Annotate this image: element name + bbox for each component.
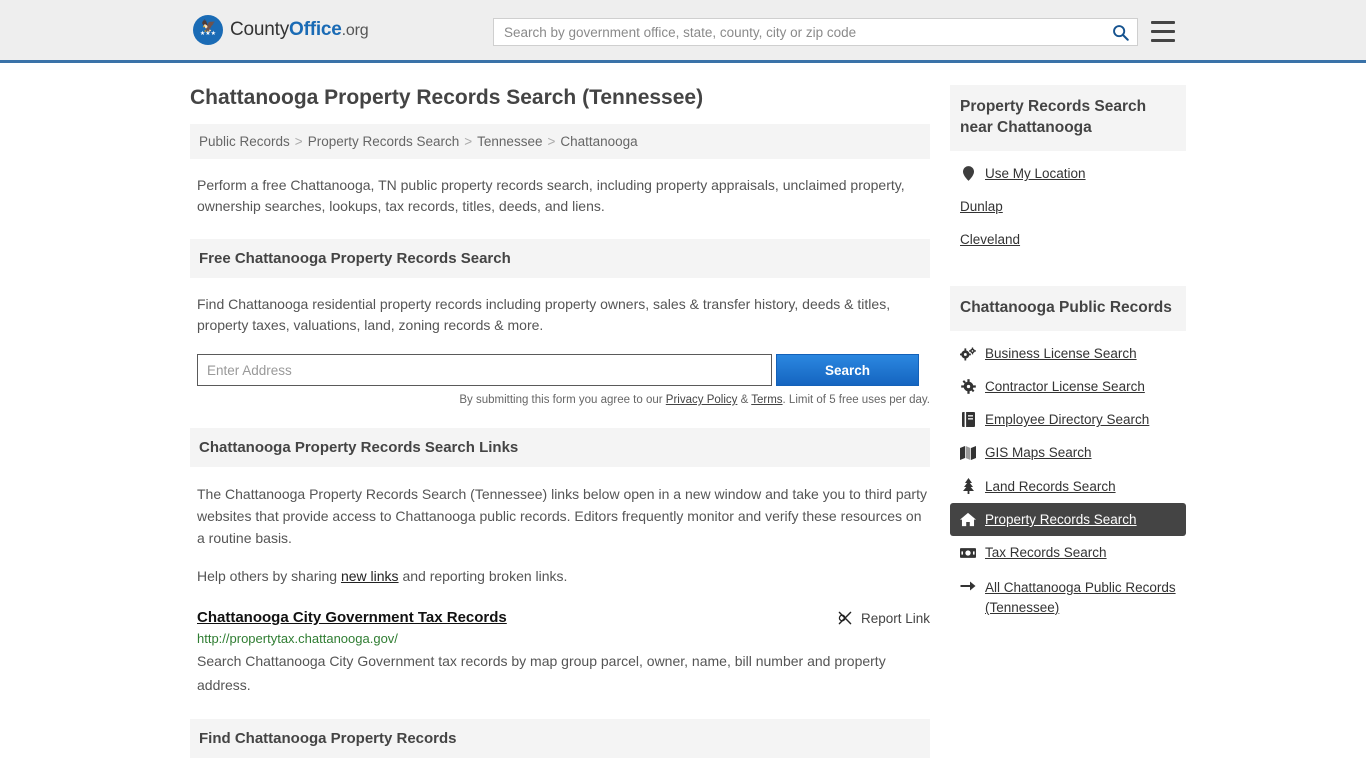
sidebar-public-list: Business License Search Contractor Licen… [950, 337, 1186, 627]
sidebar-item-label: GIS Maps Search [985, 445, 1092, 460]
home-icon [960, 512, 976, 527]
site-header: 🦅 ★★★ CountyOffice.org [0, 0, 1366, 63]
sidebar-item-label: All Chattanooga Public Records (Tennesse… [985, 580, 1176, 615]
logo-text-office: Office [289, 19, 342, 40]
address-search-form: Search [197, 354, 930, 387]
sidebar-item-land-records-search[interactable]: Land Records Search [950, 469, 1186, 503]
sidebar: Property Records Search near Chattanooga… [950, 85, 1186, 768]
sidebar-item-dunlap[interactable]: Dunlap [950, 190, 1186, 223]
breadcrumb: Public Records > Property Records Search > T… [190, 124, 930, 160]
site-logo[interactable]: 🦅 ★★★ CountyOffice.org [193, 15, 369, 45]
help-prefix: Help others by sharing [197, 568, 341, 585]
search-submit-button[interactable]: Search [776, 354, 919, 387]
main-content: Chattanooga Property Records Search (Ten… [190, 85, 930, 768]
map-pin-icon [960, 166, 976, 181]
tree-icon [960, 478, 976, 494]
breadcrumb-separator: > [464, 134, 473, 150]
link-entry-url: http://propertytax.chattanooga.gov/ [197, 631, 398, 647]
broken-link-icon [837, 610, 853, 626]
sidebar-item-label: Tax Records Search [985, 545, 1107, 560]
sidebar-near-heading: Property Records Search near Chattanooga [950, 85, 1186, 151]
double-gear-icon [960, 347, 976, 361]
gear-icon [960, 379, 976, 394]
sidebar-item-use-my-location[interactable]: Use My Location [950, 157, 1186, 190]
breadcrumb-separator: > [547, 134, 556, 150]
form-disclaimer: By submitting this form you agree to our… [190, 394, 930, 406]
sidebar-item-employee-directory-search[interactable]: Employee Directory Search [950, 403, 1186, 436]
sidebar-item-cleveland[interactable]: Cleveland [950, 223, 1186, 256]
logo-wordmark: CountyOffice.org [230, 19, 369, 41]
address-input[interactable] [197, 354, 772, 387]
sidebar-item-label: Use My Location [985, 166, 1086, 181]
eagle-seal-icon: 🦅 ★★★ [193, 15, 223, 45]
sidebar-item-all-public-records[interactable]: All Chattanooga Public Records (Tennesse… [950, 569, 1186, 627]
logo-text-county: County [230, 19, 290, 40]
search-input[interactable] [494, 24, 1103, 40]
sidebar-item-label: Land Records Search [985, 478, 1116, 494]
sidebar-near-list: Use My Location Dunlap Cleveland [950, 157, 1186, 256]
sidebar-item-label: Business License Search [985, 346, 1137, 361]
disclaimer-prefix: By submitting this form you agree to our [459, 394, 666, 407]
help-suffix: and reporting broken links. [398, 568, 568, 585]
sidebar-item-label: Employee Directory Search [985, 412, 1150, 427]
disclaimer-amp: & [737, 394, 752, 407]
terms-link[interactable]: Terms [751, 394, 782, 406]
breadcrumb-item-tennessee[interactable]: Tennessee [477, 134, 542, 149]
global-search-box[interactable] [493, 18, 1138, 46]
free-search-heading: Free Chattanooga Property Records Search [190, 239, 930, 279]
sidebar-item-gis-maps-search[interactable]: GIS Maps Search [950, 436, 1186, 469]
hamburger-menu-icon[interactable] [1151, 21, 1175, 42]
sidebar-public-heading: Chattanooga Public Records [950, 286, 1186, 331]
sidebar-item-tax-records-search[interactable]: Tax Records Search [950, 536, 1186, 569]
sidebar-item-label: Property Records Search [985, 512, 1137, 527]
sidebar-item-business-license-search[interactable]: Business License Search [950, 337, 1186, 370]
links-section-heading: Chattanooga Property Records Search Link… [190, 428, 930, 468]
sidebar-item-label: Cleveland [960, 232, 1021, 247]
arrow-right-icon [960, 580, 976, 592]
report-link-button[interactable]: Report Link [837, 610, 930, 626]
breadcrumb-item-property-records-search[interactable]: Property Records Search [308, 134, 460, 149]
money-icon [960, 547, 976, 559]
find-section-heading: Find Chattanooga Property Records [190, 719, 930, 759]
link-entry-description: Search Chattanooga City Government tax r… [197, 653, 886, 694]
links-section-help: Help others by sharing new links and rep… [197, 565, 930, 587]
new-links-link[interactable]: new links [341, 568, 399, 584]
logo-text-org: .org [341, 22, 369, 39]
breadcrumb-item-chattanooga[interactable]: Chattanooga [560, 134, 637, 149]
report-link-label: Report Link [860, 610, 930, 626]
link-entry: Chattanooga City Government Tax Records … [197, 609, 930, 697]
sidebar-item-contractor-license-search[interactable]: Contractor License Search [950, 370, 1186, 403]
free-search-description: Find Chattanooga residential property re… [197, 296, 891, 334]
breadcrumb-item-public-records[interactable]: Public Records [199, 134, 290, 149]
page-intro-text: Perform a free Chattanooga, TN public pr… [197, 177, 905, 215]
sidebar-item-label: Contractor License Search [985, 379, 1145, 394]
breadcrumb-separator: > [294, 134, 303, 150]
page-body: Chattanooga Property Records Search (Ten… [0, 63, 1366, 768]
folded-map-icon [960, 445, 976, 460]
privacy-policy-link[interactable]: Privacy Policy [666, 394, 738, 406]
disclaimer-suffix: . Limit of 5 free uses per day. [782, 394, 930, 407]
page-title: Chattanooga Property Records Search (Ten… [190, 86, 704, 109]
sidebar-item-label: Dunlap [960, 199, 1003, 214]
link-entry-title[interactable]: Chattanooga City Government Tax Records [197, 609, 507, 626]
sidebar-item-property-records-search[interactable]: Property Records Search [950, 503, 1186, 536]
search-icon[interactable] [1103, 19, 1137, 45]
links-section-paragraph: The Chattanooga Property Records Search … [197, 486, 927, 547]
book-icon [960, 412, 976, 427]
